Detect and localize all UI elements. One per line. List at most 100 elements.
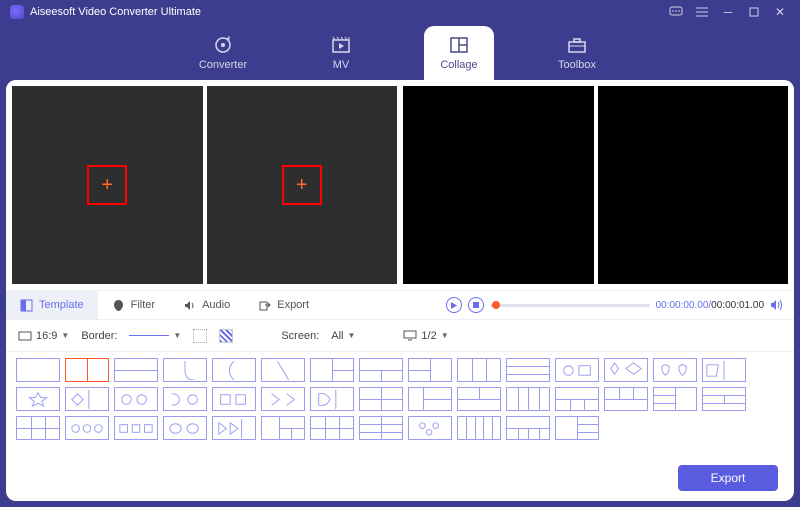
template-item[interactable] (408, 416, 452, 440)
seek-slider[interactable] (490, 304, 650, 307)
template-item[interactable] (506, 416, 550, 440)
template-item[interactable] (555, 358, 599, 382)
template-item[interactable] (457, 387, 501, 411)
template-item[interactable] (114, 416, 158, 440)
preview-slot-2 (598, 86, 789, 284)
menu-icon[interactable] (692, 2, 712, 22)
app-title: Aiseesoft Video Converter Ultimate (30, 6, 201, 18)
tab-label: Export (277, 299, 309, 311)
screen-select[interactable]: All ▼ (331, 330, 355, 342)
template-item[interactable] (310, 416, 354, 440)
template-item[interactable] (163, 416, 207, 440)
seek-handle[interactable] (492, 301, 500, 309)
template-item[interactable] (212, 358, 256, 382)
options-bar: 16:9 ▼ Border: ▼ Screen: All ▼ 1/2 ▼ (6, 320, 794, 352)
border-style-select[interactable]: ▼ (129, 331, 181, 340)
border-label: Border: (81, 330, 117, 342)
template-item[interactable] (16, 387, 60, 411)
template-item[interactable] (702, 358, 746, 382)
top-nav: Converter MV Collage Toolbox (0, 24, 800, 80)
template-item[interactable] (408, 387, 452, 411)
collage-slot-2[interactable]: + (207, 86, 398, 284)
page-select[interactable]: 1/2 ▼ (403, 330, 448, 342)
template-item[interactable] (653, 358, 697, 382)
export-button[interactable]: Export (678, 465, 778, 491)
template-item[interactable] (16, 358, 60, 382)
nav-toolbox[interactable]: Toolbox (542, 26, 612, 80)
add-media-button[interactable]: + (282, 165, 322, 205)
close-button[interactable]: ✕ (770, 2, 790, 22)
template-item[interactable] (555, 416, 599, 440)
template-item[interactable] (506, 387, 550, 411)
mv-icon (330, 35, 352, 55)
tab-label: Audio (202, 299, 230, 311)
minimize-button[interactable]: ─ (718, 2, 738, 22)
template-item[interactable] (261, 416, 305, 440)
play-button[interactable] (446, 297, 462, 313)
template-item[interactable] (604, 387, 648, 411)
nav-mv[interactable]: MV (306, 26, 376, 80)
template-item[interactable] (163, 358, 207, 382)
ratio-select[interactable]: 16:9 ▼ (18, 330, 69, 342)
ratio-value: 16:9 (36, 330, 57, 342)
template-item[interactable] (212, 416, 256, 440)
collage-slot-1[interactable]: + (12, 86, 203, 284)
stop-button[interactable] (468, 297, 484, 313)
template-item[interactable] (163, 387, 207, 411)
template-item[interactable] (16, 416, 60, 440)
maximize-button[interactable] (744, 2, 764, 22)
plus-icon: + (296, 174, 308, 197)
template-item[interactable] (114, 358, 158, 382)
app-logo-icon (10, 5, 24, 19)
tab-export[interactable]: Export (244, 291, 323, 319)
template-item[interactable] (359, 416, 403, 440)
template-item[interactable] (310, 358, 354, 382)
audio-icon (183, 299, 196, 312)
template-item[interactable] (359, 387, 403, 411)
template-item[interactable] (457, 416, 501, 440)
template-item[interactable] (359, 358, 403, 382)
mid-tabs: Template Filter Audio Export 00:00:00.00… (6, 290, 794, 320)
template-item[interactable] (408, 358, 452, 382)
nav-label: Collage (440, 59, 477, 71)
template-item[interactable] (653, 387, 697, 411)
tab-label: Template (39, 299, 84, 311)
template-item[interactable] (310, 387, 354, 411)
tab-audio[interactable]: Audio (169, 291, 244, 319)
template-item[interactable] (65, 416, 109, 440)
chevron-down-icon: ▼ (348, 331, 356, 340)
template-item[interactable] (212, 387, 256, 411)
page-value: 1/2 (421, 330, 436, 342)
tab-filter[interactable]: Filter (98, 291, 169, 319)
template-item[interactable] (261, 387, 305, 411)
template-item[interactable] (65, 358, 109, 382)
nav-collage[interactable]: Collage (424, 26, 494, 80)
screen-label: Screen: (281, 330, 319, 342)
nav-label: Toolbox (558, 59, 596, 71)
template-item[interactable] (702, 387, 746, 411)
tab-label: Filter (131, 299, 155, 311)
feedback-icon[interactable] (666, 2, 686, 22)
template-item[interactable] (457, 358, 501, 382)
template-item[interactable] (506, 358, 550, 382)
add-media-button[interactable]: + (87, 165, 127, 205)
border-pattern-swatch[interactable] (219, 329, 233, 343)
template-item[interactable] (604, 358, 648, 382)
template-item[interactable] (261, 358, 305, 382)
preview-player (403, 86, 788, 284)
preview-slot-1 (403, 86, 594, 284)
screen-value: All (331, 330, 343, 342)
filter-icon (112, 299, 125, 312)
volume-icon[interactable] (770, 299, 784, 311)
monitor-icon (403, 330, 417, 341)
tab-template[interactable]: Template (6, 291, 98, 319)
template-item[interactable] (114, 387, 158, 411)
border-line-icon (129, 335, 169, 336)
template-item[interactable] (555, 387, 599, 411)
main-panel: + + Template Filter Audio Export (6, 80, 794, 501)
nav-label: MV (333, 59, 350, 71)
template-item[interactable] (65, 387, 109, 411)
toolbox-icon (566, 35, 588, 55)
nav-converter[interactable]: Converter (188, 26, 258, 80)
border-color-swatch[interactable] (193, 329, 207, 343)
